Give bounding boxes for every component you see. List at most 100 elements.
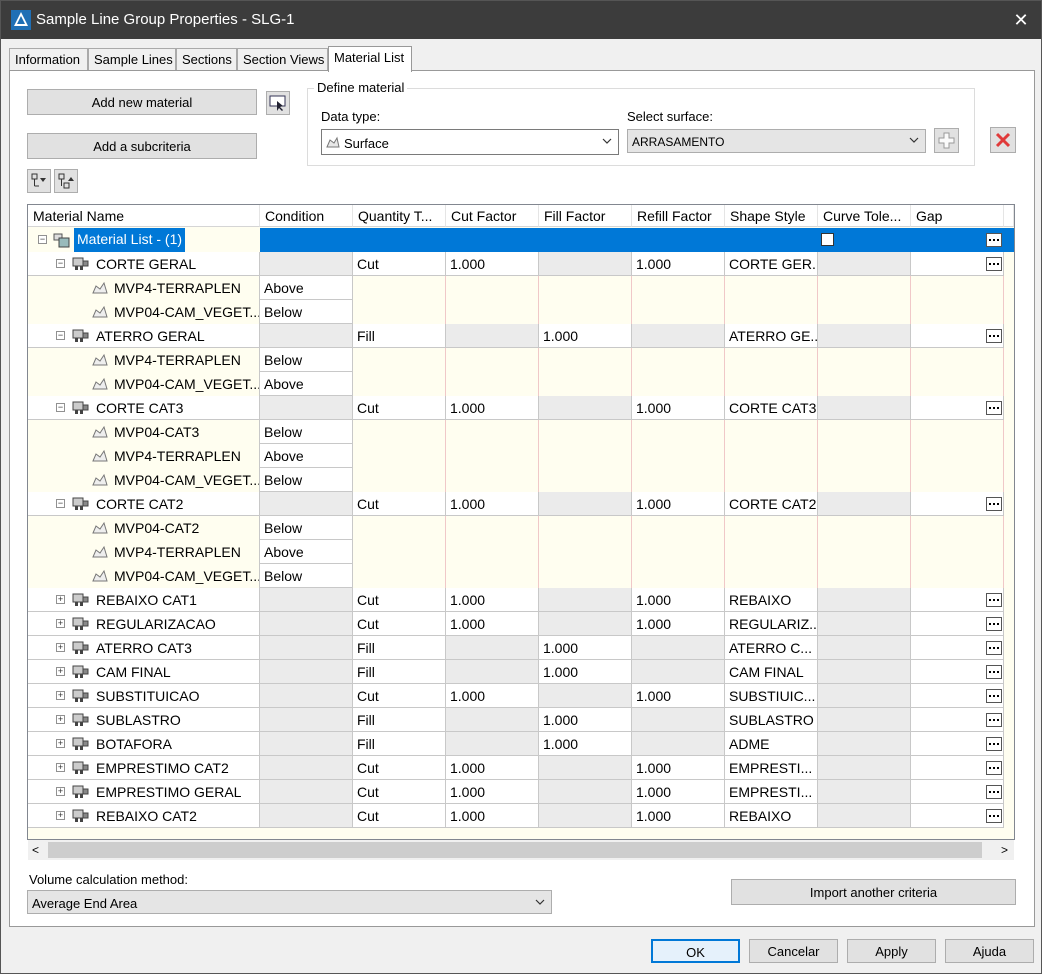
expand-toggle-icon[interactable]: +	[56, 787, 65, 796]
scroll-right-icon[interactable]: >	[1001, 843, 1008, 857]
table-row-root[interactable]: − Material List - (1)	[28, 228, 1014, 252]
cut-factor-cell[interactable]: 1.000	[446, 492, 539, 516]
ellipsis-icon[interactable]	[986, 233, 1002, 247]
import-criteria-button[interactable]: Import another criteria	[731, 879, 1016, 905]
column-header-curve-tolerance[interactable]: Curve Tole...	[818, 205, 911, 227]
condition-cell[interactable]: Below	[260, 516, 353, 540]
tab-section-views[interactable]: Section Views	[237, 48, 328, 71]
subcriteria-row[interactable]: MVP4-TERRAPLEN Above	[28, 540, 1014, 564]
quantity-type-cell[interactable]: Cut	[353, 780, 446, 804]
table-row[interactable]: + EMPRESTIMO CAT2 Cut 1.000 1.000 EMPRESTI...	[28, 756, 1014, 780]
quantity-type-cell[interactable]: Fill	[353, 636, 446, 660]
subcriteria-row[interactable]: MVP4-TERRAPLEN Above	[28, 276, 1014, 300]
condition-cell[interactable]: Above	[260, 540, 353, 564]
table-row[interactable]: + REBAIXO CAT1 Cut 1.000 1.000 REBAIXO	[28, 588, 1014, 612]
volume-method-dropdown[interactable]: Average End Area	[27, 890, 552, 914]
shape-style-cell[interactable]: CORTE CAT2	[725, 492, 818, 516]
cut-factor-cell[interactable]: 1.000	[446, 804, 539, 828]
subcriteria-row[interactable]: MVP04-CAM_VEGET... Below	[28, 564, 1014, 588]
quantity-type-cell[interactable]: Cut	[353, 756, 446, 780]
refill-factor-cell[interactable]: 1.000	[632, 396, 725, 420]
material-grid[interactable]: Material Name Condition Quantity T... Cu…	[27, 204, 1015, 840]
ellipsis-icon[interactable]	[986, 761, 1002, 775]
condition-cell[interactable]: Below	[260, 468, 353, 492]
shape-style-cell[interactable]: ATERRO C...	[725, 636, 818, 660]
column-header-gap[interactable]: Gap	[911, 205, 1004, 227]
table-row[interactable]: + SUBLASTRO Fill 1.000 SUBLASTRO	[28, 708, 1014, 732]
close-icon[interactable]: ✕	[1001, 1, 1041, 39]
shape-style-cell[interactable]: REBAIXO	[725, 804, 818, 828]
fill-factor-cell[interactable]: 1.000	[539, 636, 632, 660]
shape-style-cell[interactable]: EMPRESTI...	[725, 756, 818, 780]
expand-toggle-icon[interactable]: +	[56, 691, 65, 700]
tab-sample-lines[interactable]: Sample Lines	[88, 48, 176, 71]
quantity-type-cell[interactable]: Fill	[353, 732, 446, 756]
subcriteria-row[interactable]: MVP04-CAT2 Below	[28, 516, 1014, 540]
condition-cell[interactable]: Below	[260, 420, 353, 444]
quantity-type-cell[interactable]: Cut	[353, 588, 446, 612]
cancel-button[interactable]: Cancelar	[749, 939, 838, 963]
subcriteria-row[interactable]: MVP4-TERRAPLEN Below	[28, 348, 1014, 372]
refill-factor-cell[interactable]: 1.000	[632, 612, 725, 636]
expand-toggle-icon[interactable]: +	[56, 643, 65, 652]
condition-cell[interactable]: Below	[260, 300, 353, 324]
fill-factor-cell[interactable]: 1.000	[539, 324, 632, 348]
column-header-shape-style[interactable]: Shape Style	[725, 205, 818, 227]
table-row[interactable]: + CAM FINAL Fill 1.000 CAM FINAL	[28, 660, 1014, 684]
select-surface-dropdown[interactable]: ARRASAMENTO	[627, 129, 926, 153]
cut-factor-cell[interactable]: 1.000	[446, 252, 539, 276]
quantity-type-cell[interactable]: Cut	[353, 492, 446, 516]
cut-factor-cell[interactable]: 1.000	[446, 396, 539, 420]
ellipsis-icon[interactable]	[986, 689, 1002, 703]
condition-cell[interactable]: Above	[260, 372, 353, 396]
apply-button[interactable]: Apply	[847, 939, 936, 963]
help-button[interactable]: Ajuda	[945, 939, 1034, 963]
quantity-type-cell[interactable]: Cut	[353, 804, 446, 828]
subcriteria-row[interactable]: MVP04-CAT3 Below	[28, 420, 1014, 444]
cut-factor-cell[interactable]: 1.000	[446, 756, 539, 780]
column-header-cut-factor[interactable]: Cut Factor	[446, 205, 539, 227]
collapse-tree-button[interactable]	[54, 169, 78, 193]
collapse-toggle-icon[interactable]: −	[56, 331, 65, 340]
cut-factor-cell[interactable]: 1.000	[446, 780, 539, 804]
quantity-type-cell[interactable]: Cut	[353, 612, 446, 636]
ellipsis-icon[interactable]	[986, 737, 1002, 751]
condition-cell[interactable]: Above	[260, 276, 353, 300]
column-header-quantity-type[interactable]: Quantity T...	[353, 205, 446, 227]
ellipsis-icon[interactable]	[986, 257, 1002, 271]
ellipsis-icon[interactable]	[986, 809, 1002, 823]
table-row[interactable]: − CORTE CAT2 Cut 1.000 1.000 CORTE CAT2	[28, 492, 1014, 516]
subcriteria-row[interactable]: MVP4-TERRAPLEN Above	[28, 444, 1014, 468]
scroll-left-icon[interactable]: <	[32, 843, 39, 857]
column-header-condition[interactable]: Condition	[260, 205, 353, 227]
table-row[interactable]: + REBAIXO CAT2 Cut 1.000 1.000 REBAIXO	[28, 804, 1014, 828]
expand-tree-button[interactable]	[27, 169, 51, 193]
tab-material-list[interactable]: Material List	[328, 46, 412, 72]
collapse-toggle-icon[interactable]: −	[56, 259, 65, 268]
table-row[interactable]: − CORTE CAT3 Cut 1.000 1.000 CORTE CAT3	[28, 396, 1014, 420]
collapse-toggle-icon[interactable]: −	[56, 403, 65, 412]
table-row[interactable]: + ATERRO CAT3 Fill 1.000 ATERRO C...	[28, 636, 1014, 660]
add-surface-button[interactable]	[934, 128, 959, 153]
subcriteria-row[interactable]: MVP04-CAM_VEGET... Above	[28, 372, 1014, 396]
add-new-material-button[interactable]: Add new material	[27, 89, 257, 115]
refill-factor-cell[interactable]: 1.000	[632, 756, 725, 780]
shape-style-cell[interactable]: REBAIXO	[725, 588, 818, 612]
column-header-fill-factor[interactable]: Fill Factor	[539, 205, 632, 227]
tab-sections[interactable]: Sections	[176, 48, 237, 71]
shape-style-cell[interactable]: CORTE CAT3	[725, 396, 818, 420]
ellipsis-icon[interactable]	[986, 329, 1002, 343]
table-row[interactable]: − ATERRO GERAL Fill 1.000 ATERRO GE...	[28, 324, 1014, 348]
ellipsis-icon[interactable]	[986, 713, 1002, 727]
ok-button[interactable]: OK	[651, 939, 740, 963]
refill-factor-cell[interactable]: 1.000	[632, 804, 725, 828]
quantity-type-cell[interactable]: Cut	[353, 396, 446, 420]
table-row[interactable]: + REGULARIZACAO Cut 1.000 1.000 REGULARIZ...	[28, 612, 1014, 636]
data-type-select[interactable]: Surface	[321, 129, 619, 155]
column-header-refill-factor[interactable]: Refill Factor	[632, 205, 725, 227]
cut-factor-cell[interactable]: 1.000	[446, 588, 539, 612]
expand-toggle-icon[interactable]: +	[56, 667, 65, 676]
ellipsis-icon[interactable]	[986, 785, 1002, 799]
quantity-type-cell[interactable]: Fill	[353, 660, 446, 684]
delete-button[interactable]	[990, 127, 1016, 153]
